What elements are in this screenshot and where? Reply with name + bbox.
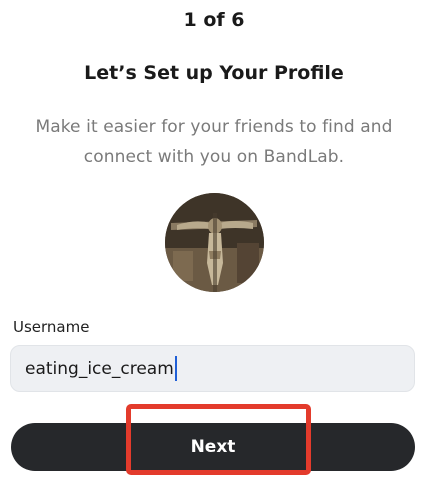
text-caret xyxy=(174,356,177,381)
profile-avatar[interactable] xyxy=(165,193,264,292)
next-button[interactable]: Next xyxy=(11,423,415,471)
avatar-image xyxy=(165,193,264,292)
username-field[interactable]: eating_ice_cream xyxy=(10,345,415,392)
page-subtitle: Make it easier for your friends to find … xyxy=(35,117,393,167)
step-indicator: 1 of 6 xyxy=(183,9,245,31)
page-title: Let’s Set up Your Profile xyxy=(84,62,344,84)
username-label: Username xyxy=(13,318,90,336)
username-value[interactable]: eating_ice_cream xyxy=(25,359,174,379)
